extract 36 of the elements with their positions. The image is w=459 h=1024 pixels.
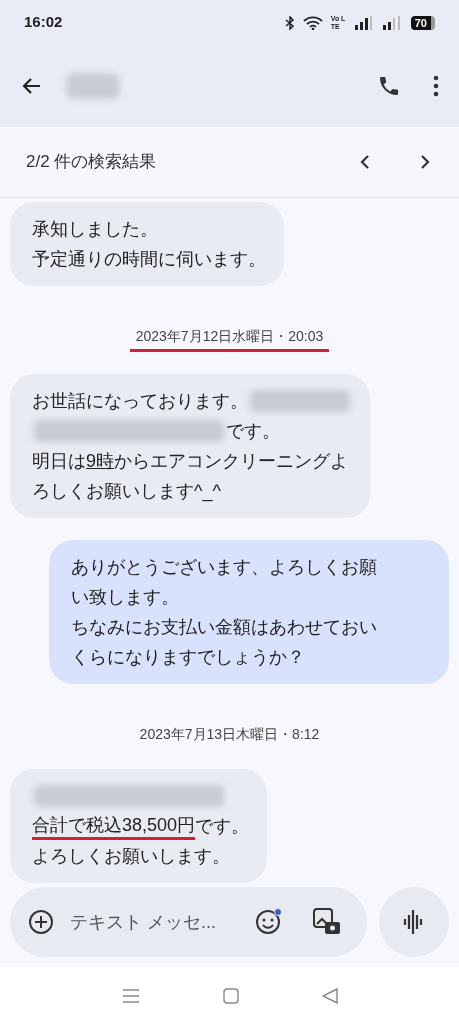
message-text: 合計で税込38,500円: [32, 812, 196, 840]
previous-icon[interactable]: [359, 154, 371, 170]
message-text: です。: [226, 419, 280, 443]
message-text: い致します。: [71, 585, 179, 609]
message-text: 承知しました。: [32, 217, 158, 241]
signal-icon: [382, 15, 403, 30]
message-text: ありがとうございます、よろしくお願: [71, 555, 377, 579]
home-icon[interactable]: [222, 987, 239, 1004]
message-text: からエアコンクリーニングよ: [114, 449, 348, 473]
message-text: ちなみにお支払い金額はあわせておい: [71, 615, 377, 639]
message-composer[interactable]: テキスト メッセ...: [10, 887, 367, 957]
message-text: 明日は: [32, 449, 86, 473]
waveform-icon: [403, 909, 425, 935]
back-nav-icon[interactable]: [321, 987, 338, 1004]
date-separator: 2023年7月13日木曜日・8:12: [138, 725, 321, 744]
search-result-count: 2/2 件の検索結果: [26, 151, 158, 174]
message-text: ろしくお願いします^_^: [32, 479, 221, 504]
signal-icon: [354, 15, 375, 30]
phone-icon[interactable]: [377, 74, 401, 98]
date-separator: 2023年7月12日水曜日・20:03: [129, 326, 330, 352]
battery-indicator: 70: [410, 15, 435, 30]
message-text: です。: [195, 814, 250, 838]
message-text: 予定通りの時間に伺います。: [32, 247, 266, 271]
message-text: お世話になっております。: [32, 389, 248, 413]
next-icon[interactable]: [419, 154, 431, 170]
status-time: 16:02: [24, 12, 63, 33]
message-text: くらになりますでしょうか？: [71, 645, 305, 669]
wifi-icon: [302, 15, 323, 30]
message-text: よろしくお願いします。: [32, 844, 230, 868]
gallery-icon[interactable]: [312, 907, 342, 937]
time-link[interactable]: 9時: [86, 447, 114, 475]
bluetooth-icon: [284, 15, 295, 30]
message-input[interactable]: テキスト メッセ...: [70, 908, 250, 936]
emoji-icon[interactable]: [254, 908, 282, 936]
add-icon[interactable]: [28, 909, 54, 935]
more-icon[interactable]: [433, 75, 439, 97]
